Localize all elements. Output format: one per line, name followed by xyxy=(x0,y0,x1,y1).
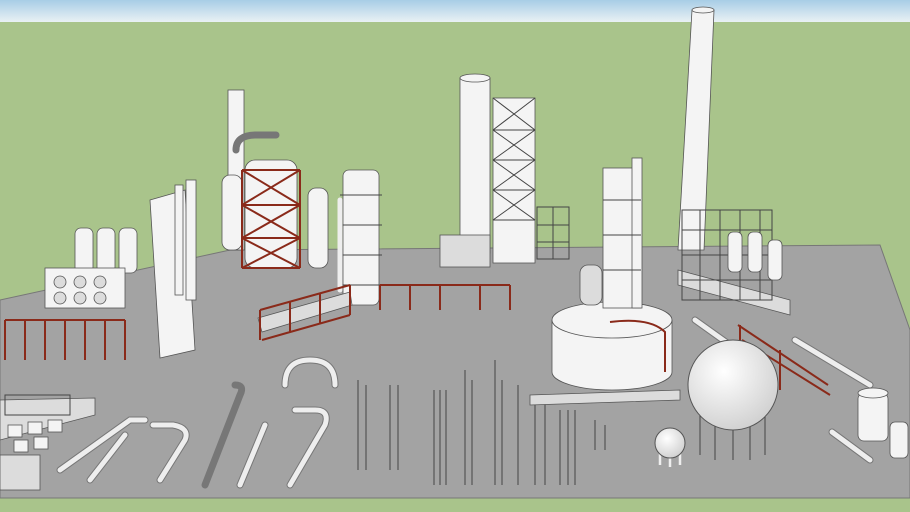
small-spherical-tank xyxy=(654,427,686,467)
industrial-plant-3d-model-view xyxy=(0,0,910,512)
sky xyxy=(0,0,910,22)
storage-tank xyxy=(551,301,673,391)
process-column xyxy=(337,169,382,306)
